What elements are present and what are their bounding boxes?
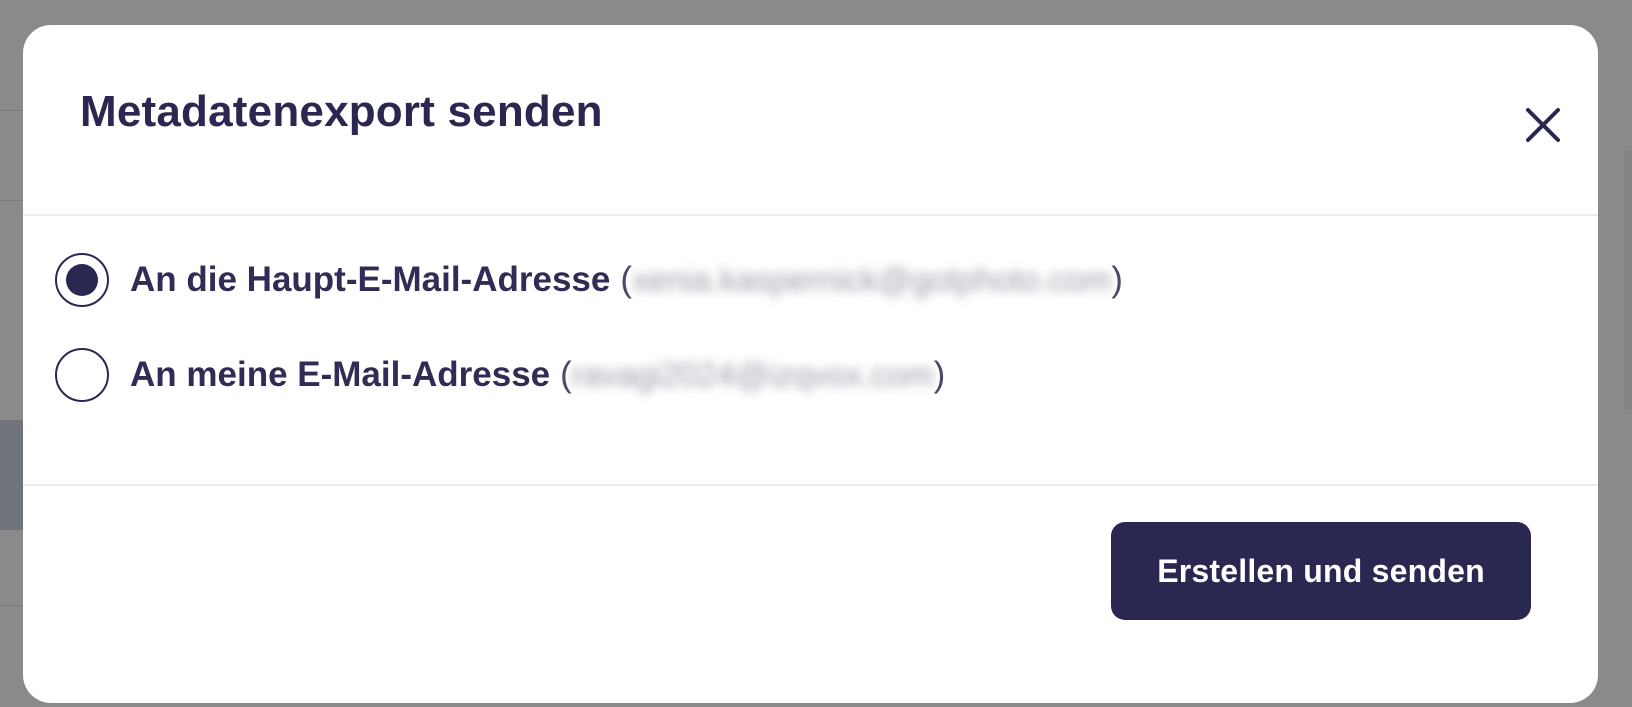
option-label: An die Haupt-E-Mail-Adresse xyxy=(130,260,611,299)
close-button[interactable] xyxy=(1513,95,1573,155)
option-label: An meine E-Mail-Adresse xyxy=(130,355,551,394)
radio-selected-dot xyxy=(66,264,98,296)
dialog-header: Metadatenexport senden xyxy=(23,25,1598,216)
radio-my-email[interactable] xyxy=(55,348,109,402)
close-icon xyxy=(1526,108,1560,142)
option-main-email[interactable]: An die Haupt-E-Mail-Adresse ( xenia.kasp… xyxy=(55,250,1123,310)
radio-main-email[interactable] xyxy=(55,253,109,307)
option-my-email[interactable]: An meine E-Mail-Adresse ( ravagi2024@izq… xyxy=(55,345,945,405)
main-email-address: xenia.kaspernick@gotphoto.com xyxy=(632,261,1112,298)
paren-open: ( xyxy=(560,355,572,394)
dialog-title: Metadatenexport senden xyxy=(80,87,603,136)
paren-close: ) xyxy=(1111,260,1123,299)
background-right-edge xyxy=(1624,150,1632,410)
paren-open: ( xyxy=(620,260,633,299)
create-and-send-button[interactable]: Erstellen und senden xyxy=(1111,522,1531,620)
paren-close: ) xyxy=(933,355,946,394)
my-email-address: ravagi2024@izqvox.com xyxy=(571,356,934,393)
